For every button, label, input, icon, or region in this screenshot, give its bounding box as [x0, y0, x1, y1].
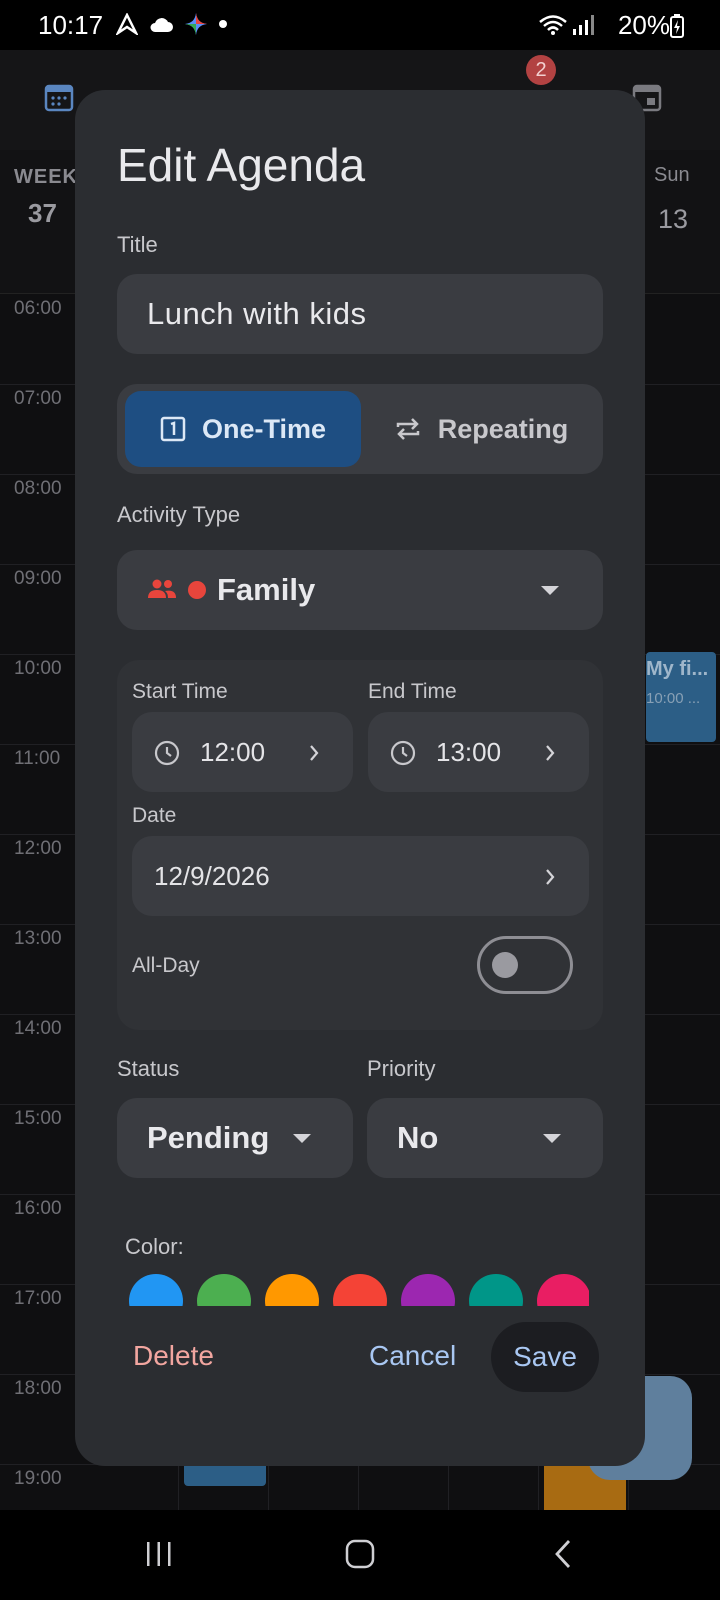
- cancel-button[interactable]: Cancel: [369, 1340, 456, 1372]
- calendar-grid-icon[interactable]: [44, 82, 74, 112]
- status-bar: 10:17 20%: [0, 0, 720, 50]
- activity-color-dot: [188, 581, 206, 599]
- color-swatch-teal[interactable]: [469, 1274, 523, 1306]
- chevron-right-icon: [310, 745, 319, 761]
- status-label: Status: [117, 1056, 180, 1081]
- color-swatch-blue[interactable]: [129, 1274, 183, 1306]
- color-swatch-red[interactable]: [333, 1274, 387, 1306]
- repeating-button[interactable]: Repeating: [367, 391, 595, 467]
- color-swatch-green[interactable]: [197, 1274, 251, 1306]
- hour-label: 09:00: [14, 568, 62, 589]
- notification-badge: 2: [526, 55, 556, 85]
- color-swatch-row: [129, 1274, 589, 1306]
- dropdown-arrow-icon: [541, 586, 559, 595]
- activity-type-value: Family: [217, 572, 316, 607]
- delete-button[interactable]: Delete: [133, 1340, 214, 1372]
- navigation-app-icon: [116, 13, 138, 35]
- priority-dropdown[interactable]: No: [367, 1098, 603, 1178]
- status-notification-icons: [116, 12, 228, 36]
- color-swatch-orange[interactable]: [265, 1274, 319, 1306]
- week-label: WEEK: [14, 166, 78, 188]
- week-number: 37: [28, 198, 57, 228]
- save-button[interactable]: Save: [491, 1322, 599, 1392]
- end-time-value: 13:00: [436, 737, 502, 767]
- switch-knob: [492, 952, 518, 978]
- all-day-switch[interactable]: [477, 936, 573, 994]
- cloud-icon: [150, 18, 173, 32]
- system-nav-bar: [0, 1510, 720, 1600]
- date-value: 12/9/2026: [154, 861, 270, 891]
- signal-icon: [573, 15, 594, 35]
- event-title: My fi...: [646, 658, 709, 680]
- priority-label: Priority: [367, 1056, 436, 1081]
- hour-label: 10:00: [14, 658, 62, 679]
- hour-label: 12:00: [14, 838, 62, 859]
- hour-label: 16:00: [14, 1198, 62, 1219]
- hour-label: 18:00: [14, 1378, 62, 1399]
- people-icon: [148, 579, 176, 598]
- dot-icon: [219, 20, 227, 28]
- hour-label: 17:00: [14, 1288, 62, 1309]
- date-picker[interactable]: 12/9/2026: [132, 836, 589, 916]
- date-label: Date: [132, 804, 177, 827]
- title-input[interactable]: [117, 274, 603, 354]
- event-time: 10:00 ...: [646, 690, 701, 707]
- hour-label: 07:00: [14, 388, 62, 409]
- priority-value: No: [397, 1120, 439, 1155]
- title-label: Title: [117, 232, 158, 257]
- status-time: 10:17: [38, 10, 104, 40]
- dialog-title: Edit Agenda: [117, 139, 366, 191]
- recent-apps-icon[interactable]: [144, 1540, 174, 1568]
- calendar-event[interactable]: My fi... 10:00 ...: [646, 652, 716, 742]
- clock-icon: [154, 740, 180, 766]
- status-dropdown[interactable]: Pending: [117, 1098, 353, 1178]
- edit-agenda-dialog: Edit Agenda Title One-Time Repeating Act…: [75, 90, 645, 1466]
- activity-type-dropdown[interactable]: Family: [117, 550, 603, 630]
- one-time-label: One-Time: [201, 413, 327, 444]
- hour-label: 19:00: [14, 1468, 62, 1489]
- dropdown-arrow-icon: [543, 1134, 561, 1143]
- all-day-label: All-Day: [132, 954, 200, 977]
- dropdown-arrow-icon: [293, 1134, 311, 1143]
- chevron-right-icon: [546, 745, 555, 761]
- hour-label: 15:00: [14, 1108, 62, 1129]
- hour-label: 08:00: [14, 478, 62, 499]
- time-settings-panel: Start Time End Time 12:00 13:00 Date 12/…: [117, 660, 603, 1030]
- title-field[interactable]: [117, 274, 603, 354]
- hour-label: 11:00: [14, 748, 61, 769]
- one-time-button[interactable]: One-Time: [125, 391, 361, 467]
- start-time-value: 12:00: [200, 737, 266, 767]
- repeat-icon: [396, 418, 419, 440]
- battery-charging-icon: [670, 14, 684, 38]
- end-time-picker[interactable]: 13:00: [368, 712, 589, 792]
- repeating-label: Repeating: [437, 413, 569, 444]
- day-date-sun[interactable]: 13: [658, 204, 688, 235]
- back-icon[interactable]: [552, 1538, 574, 1570]
- end-time-label: End Time: [368, 680, 457, 703]
- clock-icon: [390, 740, 416, 766]
- color-swatch-purple[interactable]: [401, 1274, 455, 1306]
- home-icon[interactable]: [344, 1538, 376, 1570]
- color-label: Color:: [125, 1234, 184, 1259]
- wifi-icon: [539, 15, 567, 35]
- start-time-picker[interactable]: 12:00: [132, 712, 353, 792]
- hour-label: 13:00: [14, 928, 62, 949]
- day-label-sun: Sun: [654, 164, 690, 186]
- one-time-icon: [160, 416, 186, 442]
- battery-percent: 20%: [617, 10, 670, 40]
- activity-type-label: Activity Type: [117, 502, 241, 527]
- hour-label: 06:00: [14, 298, 62, 319]
- schedule-mode-toggle: One-Time Repeating: [117, 384, 603, 474]
- status-value: Pending: [147, 1120, 270, 1155]
- gemini-sparkle-icon: [185, 13, 207, 35]
- hour-label: 14:00: [14, 1018, 62, 1039]
- color-swatch-pink[interactable]: [537, 1274, 589, 1306]
- chevron-right-icon: [546, 869, 555, 885]
- start-time-label: Start Time: [132, 680, 228, 703]
